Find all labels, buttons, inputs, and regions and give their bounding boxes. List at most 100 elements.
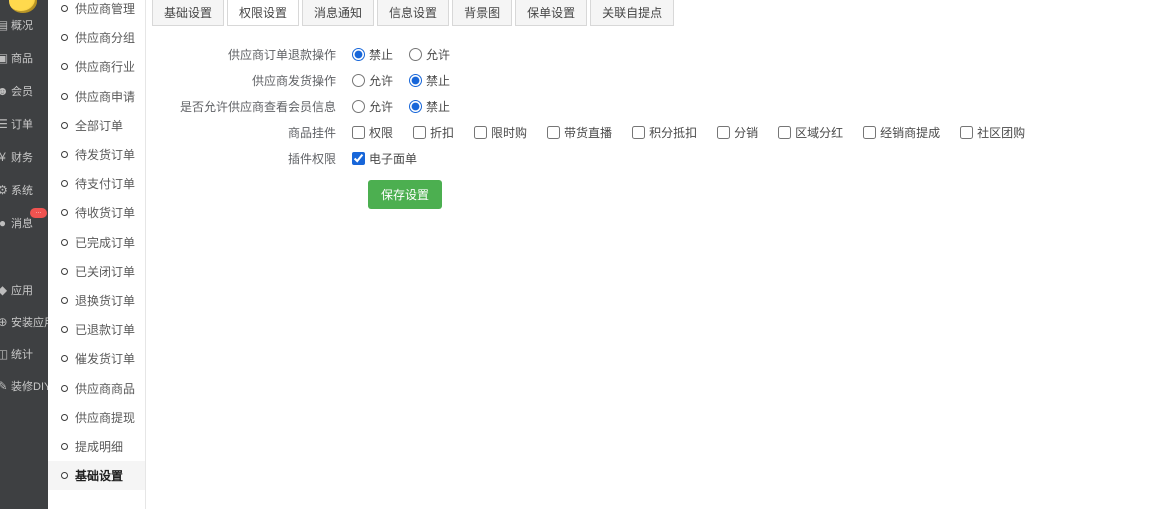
plugin_perm-group: 电子面单 bbox=[352, 150, 417, 167]
plugin_perm-option-电子面单[interactable]: 电子面单 bbox=[352, 150, 417, 167]
form-row-label: 插件权限 bbox=[146, 150, 352, 167]
goods_widgets-checkbox-input[interactable] bbox=[960, 126, 973, 139]
sidebar-item-finance[interactable]: ¥财务 bbox=[0, 140, 48, 173]
sidebar-item-diy[interactable]: ✎装修DIY bbox=[0, 370, 48, 402]
sidebar-item-apps[interactable]: ◆应用 bbox=[0, 274, 48, 306]
secondary-sidebar: 供应商管理供应商分组供应商行业供应商申请全部订单待发货订单待支付订单待收货订单已… bbox=[48, 0, 146, 509]
sidebar-item-message[interactable]: ●消息··· bbox=[0, 206, 48, 239]
submenu-item[interactable]: 待收货订单 bbox=[48, 198, 145, 227]
submenu-item[interactable]: 待支付订单 bbox=[48, 169, 145, 198]
tab-背景图[interactable]: 背景图 bbox=[452, 0, 512, 26]
circle-bullet-icon bbox=[61, 297, 68, 304]
submenu-item-label: 提成明细 bbox=[75, 438, 123, 455]
ship_op-option-禁止[interactable]: 禁止 bbox=[409, 72, 450, 89]
submenu-item[interactable]: 催发货订单 bbox=[48, 344, 145, 373]
order-icon: ☰ bbox=[0, 117, 9, 131]
goods_widgets-option-限时购[interactable]: 限时购 bbox=[474, 124, 527, 141]
goods_widgets-option-经销商提成[interactable]: 经销商提成 bbox=[863, 124, 940, 141]
sidebar-item-stats[interactable]: ◫统计 bbox=[0, 338, 48, 370]
option-label: 带货直播 bbox=[564, 124, 612, 141]
goods_widgets-option-社区团购[interactable]: 社区团购 bbox=[960, 124, 1025, 141]
submenu-item[interactable]: 退换货订单 bbox=[48, 286, 145, 315]
tab-消息通知[interactable]: 消息通知 bbox=[302, 0, 374, 26]
circle-bullet-icon bbox=[61, 355, 68, 362]
submenu-item[interactable]: 供应商管理 bbox=[48, 0, 145, 23]
sidebar-item-member[interactable]: ☻会员 bbox=[0, 74, 48, 107]
refund_op-radio-input[interactable] bbox=[409, 48, 422, 61]
goods_widgets-option-积分抵扣[interactable]: 积分抵扣 bbox=[632, 124, 697, 141]
submenu-item-label: 已完成订单 bbox=[75, 234, 135, 251]
submenu-item-label: 已退款订单 bbox=[75, 321, 135, 338]
submenu-item-label: 供应商申请 bbox=[75, 88, 135, 105]
plugin_perm-checkbox-input[interactable] bbox=[352, 152, 365, 165]
submenu-item[interactable]: 供应商申请 bbox=[48, 82, 145, 111]
tab-bar: 基础设置权限设置消息通知信息设置背景图保单设置关联自提点 bbox=[152, 0, 1169, 26]
primary-nav-top: ▤概况▣商品☻会员☰订单¥财务⚙系统●消息··· bbox=[0, 8, 48, 239]
ship_op-option-允许[interactable]: 允许 bbox=[352, 72, 393, 89]
circle-bullet-icon bbox=[61, 414, 68, 421]
goods_widgets-checkbox-input[interactable] bbox=[474, 126, 487, 139]
form-row-label: 供应商发货操作 bbox=[146, 72, 352, 89]
sidebar-item-order[interactable]: ☰订单 bbox=[0, 107, 48, 140]
goods_widgets-option-折扣[interactable]: 折扣 bbox=[413, 124, 454, 141]
refund_op-option-允许[interactable]: 允许 bbox=[409, 46, 450, 63]
goods_widgets-checkbox-input[interactable] bbox=[632, 126, 645, 139]
tab-保单设置[interactable]: 保单设置 bbox=[515, 0, 587, 26]
goods_widgets-checkbox-input[interactable] bbox=[413, 126, 426, 139]
circle-bullet-icon bbox=[61, 239, 68, 246]
view_member-radio-input[interactable] bbox=[409, 100, 422, 113]
sidebar-item-dashboard[interactable]: ▤概况 bbox=[0, 8, 48, 41]
submenu-item-label: 供应商管理 bbox=[75, 0, 135, 17]
submenu-item[interactable]: 已退款订单 bbox=[48, 315, 145, 344]
sidebar-item-system[interactable]: ⚙系统 bbox=[0, 173, 48, 206]
submenu-item[interactable]: 全部订单 bbox=[48, 111, 145, 140]
submenu-item[interactable]: 供应商提现 bbox=[48, 403, 145, 432]
sidebar-item-goods[interactable]: ▣商品 bbox=[0, 41, 48, 74]
main-content: 基础设置权限设置消息通知信息设置背景图保单设置关联自提点 供应商订单退款操作禁止… bbox=[146, 0, 1169, 509]
circle-bullet-icon bbox=[61, 472, 68, 479]
option-label: 禁止 bbox=[426, 98, 450, 115]
circle-bullet-icon bbox=[61, 385, 68, 392]
tab-关联自提点[interactable]: 关联自提点 bbox=[590, 0, 674, 26]
option-label: 分销 bbox=[734, 124, 758, 141]
submenu-item[interactable]: 待发货订单 bbox=[48, 140, 145, 169]
finance-icon: ¥ bbox=[0, 150, 9, 164]
submenu-item[interactable]: 已关闭订单 bbox=[48, 257, 145, 286]
form-row: 插件权限电子面单 bbox=[146, 145, 1169, 171]
goods_widgets-option-分销[interactable]: 分销 bbox=[717, 124, 758, 141]
ship_op-radio-input[interactable] bbox=[352, 74, 365, 87]
submenu-item[interactable]: 供应商分组 bbox=[48, 23, 145, 52]
option-label: 禁止 bbox=[426, 72, 450, 89]
option-label: 电子面单 bbox=[369, 150, 417, 167]
view_member-option-允许[interactable]: 允许 bbox=[352, 98, 393, 115]
tab-权限设置[interactable]: 权限设置 bbox=[227, 0, 299, 26]
goods_widgets-checkbox-input[interactable] bbox=[717, 126, 730, 139]
dashboard-icon: ▤ bbox=[0, 18, 9, 32]
view_member-option-禁止[interactable]: 禁止 bbox=[409, 98, 450, 115]
goods_widgets-checkbox-input[interactable] bbox=[547, 126, 560, 139]
tab-信息设置[interactable]: 信息设置 bbox=[377, 0, 449, 26]
tab-基础设置[interactable]: 基础设置 bbox=[152, 0, 224, 26]
primary-sidebar: ▤概况▣商品☻会员☰订单¥财务⚙系统●消息··· ◆应用⊕安装应用◫统计✎装修D… bbox=[0, 0, 48, 509]
form-row: 是否允许供应商查看会员信息允许禁止 bbox=[146, 93, 1169, 119]
refund_op-radio-input[interactable] bbox=[352, 48, 365, 61]
submenu-item[interactable]: 供应商商品 bbox=[48, 373, 145, 402]
submenu-item[interactable]: 提成明细 bbox=[48, 432, 145, 461]
primary-nav-bottom: ◆应用⊕安装应用◫统计✎装修DIY bbox=[0, 274, 48, 402]
goods_widgets-checkbox-input[interactable] bbox=[863, 126, 876, 139]
submenu-item[interactable]: 基础设置 bbox=[48, 461, 145, 490]
sidebar-item-install-app[interactable]: ⊕安装应用 bbox=[0, 306, 48, 338]
goods_widgets-option-区域分红[interactable]: 区域分红 bbox=[778, 124, 843, 141]
save-settings-button[interactable]: 保存设置 bbox=[368, 180, 442, 209]
goods_widgets-option-权限[interactable]: 权限 bbox=[352, 124, 393, 141]
view_member-radio-input[interactable] bbox=[352, 100, 365, 113]
ship_op-radio-input[interactable] bbox=[409, 74, 422, 87]
circle-bullet-icon bbox=[61, 180, 68, 187]
submenu-item[interactable]: 已完成订单 bbox=[48, 228, 145, 257]
refund_op-option-禁止[interactable]: 禁止 bbox=[352, 46, 393, 63]
submenu-item[interactable]: 供应商行业 bbox=[48, 52, 145, 81]
goods_widgets-checkbox-input[interactable] bbox=[778, 126, 791, 139]
goods_widgets-option-带货直播[interactable]: 带货直播 bbox=[547, 124, 612, 141]
goods_widgets-checkbox-input[interactable] bbox=[352, 126, 365, 139]
sidebar-item-label: 装修DIY bbox=[11, 378, 48, 394]
